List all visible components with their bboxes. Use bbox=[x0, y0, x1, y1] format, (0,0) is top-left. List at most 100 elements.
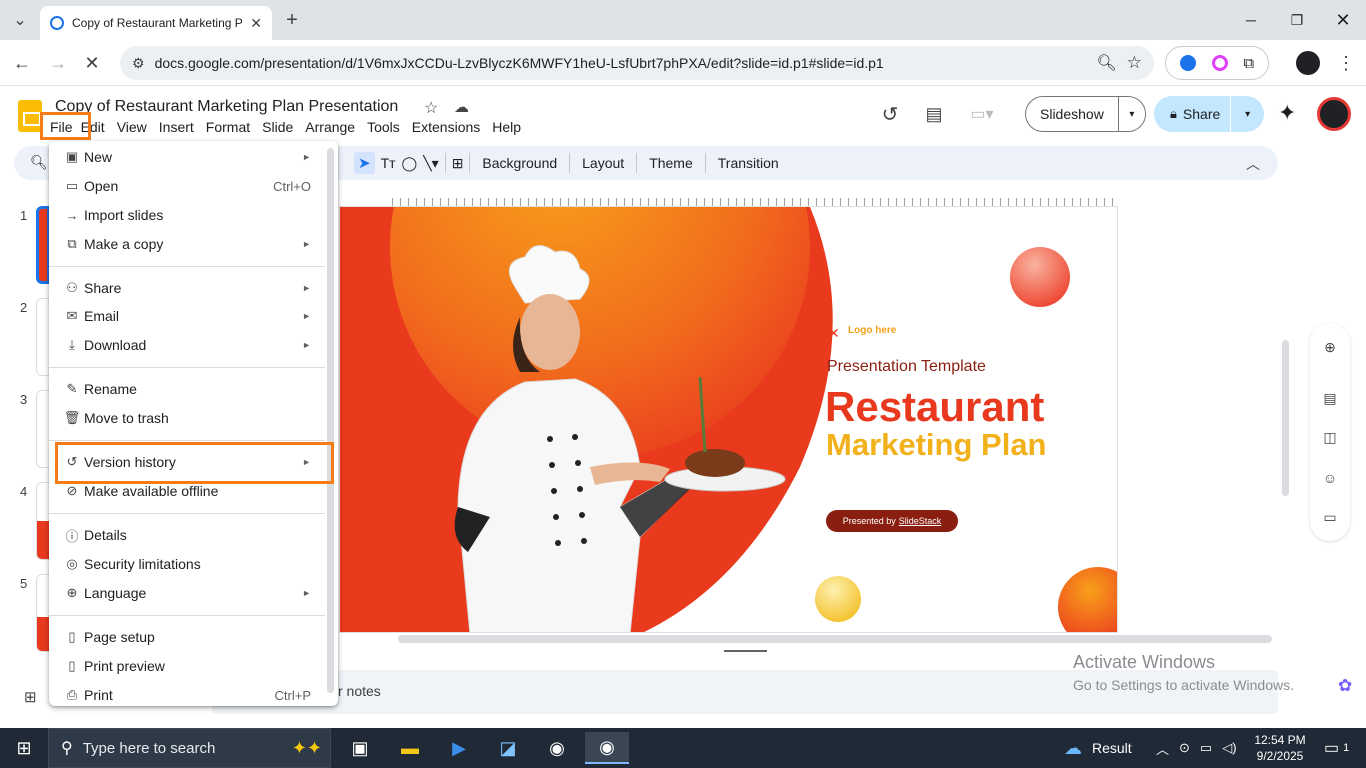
clock[interactable]: 12:54 PM 9/2/2025 bbox=[1252, 732, 1308, 764]
zoom-icon[interactable]: 🔍︎ bbox=[1096, 53, 1116, 73]
menu-item-language[interactable]: ⊕ Language ► bbox=[49, 580, 325, 606]
menu-view[interactable]: View bbox=[111, 119, 153, 135]
text-box-icon[interactable]: Tт bbox=[381, 155, 396, 171]
menu-item-make-copy[interactable]: ⧉ Make a copy ► bbox=[49, 231, 325, 257]
star-icon[interactable]: ☆ bbox=[424, 98, 438, 118]
vertical-scrollbar[interactable] bbox=[1282, 340, 1289, 496]
menu-tools[interactable]: Tools bbox=[361, 119, 406, 135]
browser-tab[interactable]: Copy of Restaurant Marketing P ✕ bbox=[40, 6, 272, 40]
meet-icon[interactable]: ▭▾ bbox=[960, 104, 1004, 124]
network-icon[interactable]: ▭ bbox=[1200, 740, 1212, 756]
line-icon[interactable]: ╲▾ bbox=[423, 155, 438, 172]
slideshow-button[interactable]: Slideshow bbox=[1026, 96, 1119, 132]
share-button[interactable]: Share bbox=[1177, 96, 1232, 132]
menu-item-new[interactable]: ▣ New ► bbox=[49, 144, 325, 170]
slide-thumbnail-4[interactable] bbox=[36, 482, 50, 560]
address-bar[interactable]: ⚙ docs.google.com/presentation/d/1V6mxJx… bbox=[120, 46, 1154, 80]
account-avatar[interactable] bbox=[1317, 97, 1351, 131]
version-history-icon[interactable]: ↺ bbox=[872, 102, 908, 127]
select-tool-icon[interactable]: ➤ bbox=[354, 152, 375, 174]
grid-view-icon[interactable]: ⊞ bbox=[24, 688, 37, 706]
media-icon[interactable]: ◫ bbox=[1320, 427, 1340, 447]
theme-button[interactable]: Theme bbox=[643, 155, 699, 171]
tab-search-icon[interactable]: ⌄ bbox=[6, 6, 34, 34]
background-button[interactable]: Background bbox=[476, 155, 563, 171]
minimize-icon[interactable]: ─ bbox=[1228, 0, 1274, 40]
menu-item-import-slides[interactable]: → Import slides bbox=[49, 202, 325, 228]
windows-start-icon[interactable]: ⊞ bbox=[4, 732, 44, 764]
horizontal-scrollbar[interactable] bbox=[398, 635, 1272, 643]
menu-item-security-limitations[interactable]: ◎ Security limitations bbox=[49, 551, 325, 577]
menu-item-print[interactable]: ⎙ Print Ctrl+P bbox=[49, 682, 325, 708]
close-window-icon[interactable]: ✕ bbox=[1320, 0, 1366, 40]
chrome-menu-icon[interactable]: ⋮ bbox=[1332, 49, 1360, 77]
menu-slide[interactable]: Slide bbox=[256, 119, 299, 135]
extensions-puzzle-icon[interactable]: ⧉ bbox=[1243, 55, 1254, 72]
add-image-icon[interactable]: ⊕ bbox=[1320, 337, 1340, 357]
extension-blue-icon[interactable] bbox=[1179, 55, 1196, 71]
folder-icon[interactable]: ▭ bbox=[1320, 507, 1340, 527]
close-tab-icon[interactable]: ✕ bbox=[250, 15, 262, 32]
search-icon: ⚲ bbox=[61, 740, 73, 757]
menu-item-details[interactable]: ⓘ Details bbox=[49, 522, 325, 548]
chrome-profile-icon[interactable]: ◉ bbox=[537, 732, 577, 764]
shape-icon[interactable]: ◯ bbox=[402, 155, 418, 172]
menu-item-print-preview[interactable]: ▯ Print preview bbox=[49, 653, 325, 679]
extension-color-icon[interactable] bbox=[1211, 55, 1228, 71]
menu-arrange[interactable]: Arrange bbox=[299, 119, 361, 135]
ai-assistant-icon[interactable]: ✿ bbox=[1338, 676, 1352, 696]
tray-overflow-icon[interactable]: ︿ bbox=[1156, 739, 1169, 758]
site-info-icon[interactable]: ⚙ bbox=[132, 55, 145, 72]
notification-center[interactable]: ▭ 1 bbox=[1324, 728, 1349, 768]
profile-avatar[interactable] bbox=[1296, 51, 1320, 75]
menu-item-rename[interactable]: ✎ Rename bbox=[49, 376, 325, 402]
comments-icon[interactable]: ▤ bbox=[916, 104, 952, 125]
slide-thumbnail-5[interactable] bbox=[36, 574, 50, 652]
menu-scrollbar[interactable] bbox=[327, 148, 334, 693]
stop-loading-icon[interactable]: ✕ bbox=[78, 49, 106, 77]
menu-format[interactable]: Format bbox=[200, 119, 256, 135]
menu-item-email[interactable]: ✉ Email ► bbox=[49, 303, 325, 329]
bookmark-star-icon[interactable]: ☆ bbox=[1127, 53, 1142, 73]
chrome-active-icon[interactable]: ◉ bbox=[585, 732, 629, 764]
search-menus-icon[interactable]: 🔍︎ bbox=[30, 154, 48, 171]
gemini-icon[interactable]: ✦ bbox=[1278, 100, 1296, 126]
menu-help[interactable]: Help bbox=[486, 119, 527, 135]
meet-tray-icon[interactable]: ⊙ bbox=[1179, 740, 1190, 756]
transition-button[interactable]: Transition bbox=[712, 155, 785, 171]
menu-insert[interactable]: Insert bbox=[153, 119, 200, 135]
slideshow-dropdown-icon[interactable]: ▾ bbox=[1119, 109, 1145, 120]
media-app-icon[interactable]: ▶ bbox=[439, 732, 479, 764]
menu-item-download[interactable]: ⤓ Download ► bbox=[49, 332, 325, 358]
slide-thumbnail-3[interactable] bbox=[36, 390, 50, 468]
add-comment-icon[interactable]: ⊞ bbox=[452, 155, 464, 172]
menu-divider bbox=[49, 266, 325, 267]
menu-extensions[interactable]: Extensions bbox=[406, 119, 486, 135]
slide-thumbnail-2[interactable] bbox=[36, 298, 50, 376]
menu-item-open[interactable]: ▭ Open Ctrl+O bbox=[49, 173, 325, 199]
slide-canvas[interactable]: ✕ Logo here Presentation Template Restau… bbox=[339, 206, 1118, 633]
document-title[interactable]: Copy of Restaurant Marketing Plan Presen… bbox=[55, 98, 398, 116]
back-icon[interactable]: ← bbox=[8, 49, 36, 77]
layout-button[interactable]: Layout bbox=[576, 155, 630, 171]
cloud-status-icon[interactable]: ☁ bbox=[454, 98, 469, 116]
menu-item-move-to-trash[interactable]: 🗑︎ Move to trash bbox=[49, 405, 325, 431]
restore-icon[interactable]: ❐ bbox=[1274, 0, 1320, 40]
collapse-toolbar-icon[interactable]: ︿ bbox=[1246, 154, 1260, 174]
file-explorer-icon[interactable]: ▬ bbox=[390, 732, 430, 764]
taskbar-search-box[interactable]: ⚲ Type here to search ✦✦ bbox=[48, 728, 331, 768]
new-tab-button[interactable]: + bbox=[278, 6, 306, 34]
slide-thumbnail-1[interactable] bbox=[36, 206, 50, 284]
forward-icon[interactable]: → bbox=[44, 49, 72, 77]
slides-logo[interactable] bbox=[18, 100, 42, 132]
task-view-icon[interactable]: ▣ bbox=[340, 732, 380, 764]
contacts-icon[interactable]: ☺ bbox=[1320, 468, 1340, 488]
notes-app-icon[interactable]: ◪ bbox=[488, 732, 528, 764]
menu-item-page-setup[interactable]: ▯ Page setup bbox=[49, 624, 325, 650]
weather-widget[interactable]: ☁ Result bbox=[1064, 728, 1132, 768]
menu-item-share[interactable]: ⚇ Share ► bbox=[49, 275, 325, 301]
volume-icon[interactable]: ◁) bbox=[1222, 740, 1236, 756]
keep-icon[interactable]: ▤ bbox=[1320, 388, 1340, 408]
share-dropdown-icon[interactable]: ▾ bbox=[1231, 109, 1264, 120]
notes-resize-handle[interactable] bbox=[724, 650, 767, 652]
